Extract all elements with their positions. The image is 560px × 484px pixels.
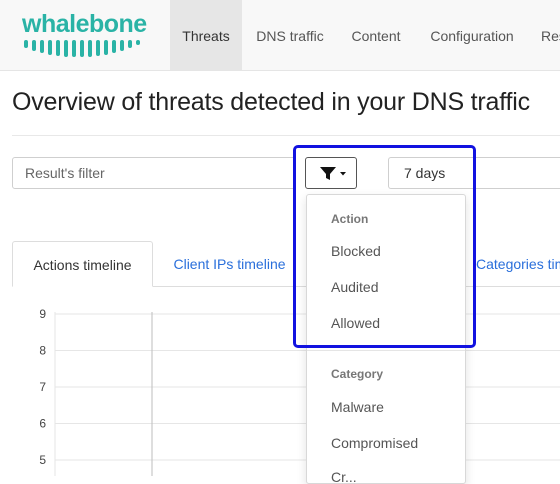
tab-categories-timeline[interactable]: Categories tim [466, 241, 560, 287]
nav-tab-threats[interactable]: Threats [170, 0, 242, 70]
nav-tab-configuration[interactable]: Configuration [420, 0, 524, 70]
top-navbar: whalebone Threats DNS traffic Content Co… [0, 0, 560, 71]
dropdown-item-compromised[interactable]: Compromised [307, 426, 465, 460]
y-tick-label: 7 [39, 380, 46, 394]
actions-timeline-chart: 9 8 7 6 5 [39, 307, 560, 476]
result-filter-input[interactable]: Result's filter [12, 157, 295, 189]
nav-tab-results[interactable]: Res [541, 0, 560, 70]
page-title: Overview of threats detected in your DNS… [12, 88, 530, 116]
dropdown-divider [307, 350, 465, 351]
y-tick-label: 6 [39, 417, 46, 431]
dropdown-item-malware[interactable]: Malware [307, 390, 465, 424]
y-tick-label: 5 [39, 453, 46, 467]
title-divider [12, 135, 560, 136]
y-tick-label: 9 [39, 307, 46, 321]
brand-name: whalebone [22, 10, 147, 38]
y-axis-ticks: 9 8 7 6 5 [39, 307, 46, 467]
y-tick-label: 8 [39, 344, 46, 358]
highlight-box [293, 145, 476, 348]
dropdown-item-cryptomining[interactable]: Cr... [307, 460, 465, 484]
nav-tab-dns-traffic[interactable]: DNS traffic [248, 0, 332, 70]
tab-client-ips-timeline[interactable]: Client IPs timeline [163, 241, 296, 287]
nav-tab-content[interactable]: Content [340, 0, 412, 70]
tab-actions-timeline[interactable]: Actions timeline [12, 241, 153, 287]
whalebone-logo[interactable]: whalebone [22, 10, 147, 60]
dropdown-header-category: Category [331, 367, 384, 381]
logo-bars-icon [24, 40, 140, 57]
